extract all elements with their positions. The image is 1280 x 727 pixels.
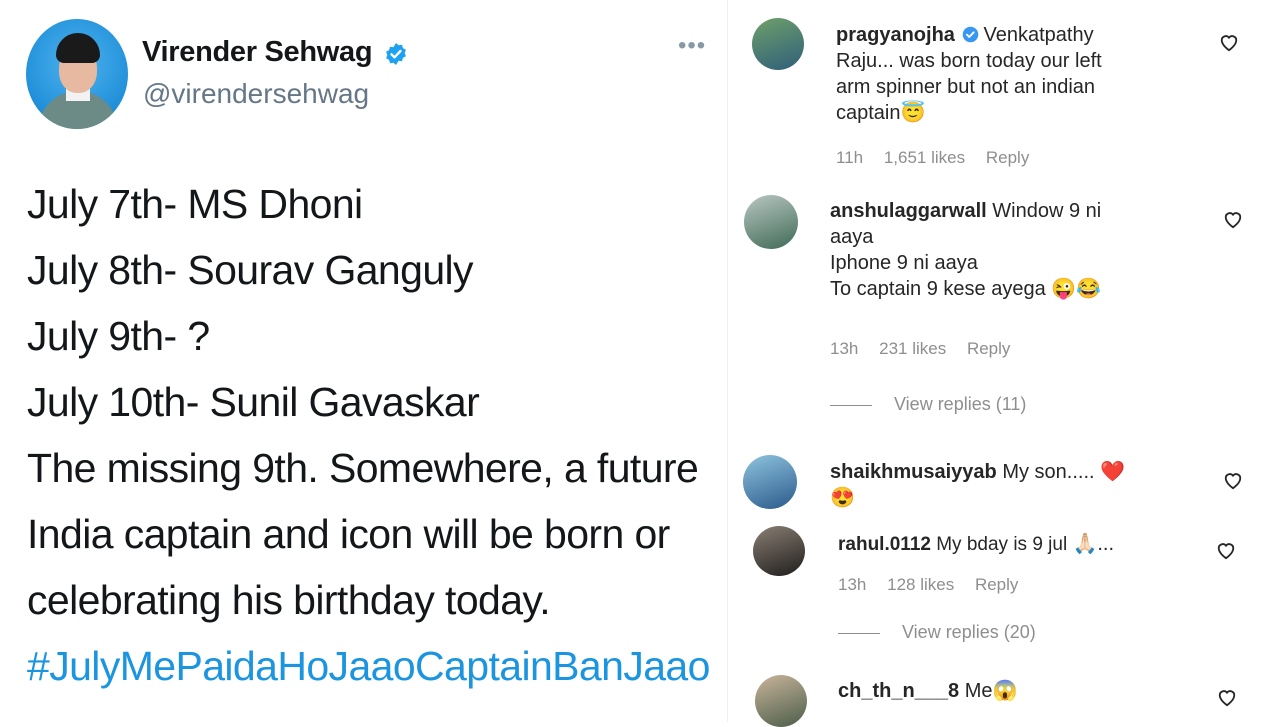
comment-line: captain <box>836 102 901 124</box>
comment-username[interactable]: shaikhmusaiyyab <box>830 461 997 483</box>
comment-username[interactable]: anshulaggarwall <box>830 200 987 222</box>
comment-avatar[interactable] <box>753 526 805 576</box>
comment-emoji: ❤️ <box>1100 461 1126 483</box>
view-replies-button[interactable]: View replies (11) <box>830 394 1026 415</box>
replies-line <box>838 632 880 634</box>
comment-line: aaya <box>830 226 874 248</box>
comment-username[interactable]: pragyanojha <box>836 24 955 46</box>
comment-likes[interactable]: 231 likes <box>879 339 946 358</box>
tweet-author-name[interactable]: Virender Sehwag <box>142 36 373 69</box>
comment-avatar[interactable] <box>744 195 798 249</box>
comment-meta: 13h 128 likes Reply <box>838 575 1034 595</box>
comment-line: Raju... was born today our left <box>836 50 1102 72</box>
heart-outline-icon[interactable] <box>1222 209 1244 229</box>
panel-divider <box>727 0 728 722</box>
comment-line: Iphone 9 ni aaya <box>830 252 978 274</box>
comment-avatar[interactable] <box>752 18 804 70</box>
tweet-text-line: July 8th- Sourav Ganguly <box>27 247 474 293</box>
tweet-text-line: July 7th- MS Dhoni <box>27 181 363 227</box>
tweet-hashtag-link[interactable]: #JulyMePaidaHoJaaoCaptainBanJaao <box>27 643 710 690</box>
comment-likes[interactable]: 1,651 likes <box>884 148 965 167</box>
comment-line: My bday is 9 jul <box>936 534 1068 555</box>
comment-text: anshulaggarwall Window 9 ni aaya Iphone … <box>830 198 1190 302</box>
comment-text: rahul.0112 My bday is 9 jul 🙏🏻... <box>838 531 1188 558</box>
heart-outline-icon[interactable] <box>1218 32 1240 52</box>
comment-line: Me <box>964 680 993 702</box>
comment-reply-button[interactable]: Reply <box>986 148 1029 167</box>
tweet-text-line: July 9th- ? <box>27 313 210 359</box>
comment-emoji: 😇 <box>900 102 926 124</box>
comment-line: arm spinner but not an indian <box>836 76 1096 98</box>
comment-emoji: 🙏🏻... <box>1072 533 1115 555</box>
comment-emoji: 😜😂 <box>1051 278 1102 300</box>
comment-line: Window 9 ni <box>992 200 1102 222</box>
comment-meta: 11h 1,651 likes Reply <box>836 148 1045 168</box>
comment-meta: 13h 231 likes Reply <box>830 339 1026 359</box>
tweet-text-line: The missing 9th. Somewhere, a future <box>27 445 699 491</box>
comment-line: Venkatpathy <box>983 24 1094 46</box>
comment-text: pragyanojha Venkatpathy Raju... was born… <box>836 22 1196 126</box>
comment-time: 11h <box>836 148 864 167</box>
comment-reply-button[interactable]: Reply <box>975 575 1018 594</box>
comment-avatar[interactable] <box>743 455 797 509</box>
tweet-author-avatar[interactable] <box>26 19 128 129</box>
comment-text: ch_th_n___8 Me😱 <box>838 678 1178 704</box>
replies-line <box>830 404 872 406</box>
comment-line: My son..... <box>1002 461 1095 483</box>
comment-text: shaikhmusaiyyab My son..... ❤️ 😍 <box>830 459 1190 511</box>
comment-line: To captain 9 kese ayega <box>830 278 1046 300</box>
heart-outline-icon[interactable] <box>1216 687 1238 707</box>
comment-time: 13h <box>830 339 859 358</box>
comment-emoji: 😱 <box>992 680 1018 702</box>
heart-outline-icon[interactable] <box>1222 470 1244 490</box>
tweet-author-handle[interactable]: @virendersehwag <box>143 78 369 110</box>
view-replies-button[interactable]: View replies (20) <box>838 622 1036 643</box>
comment-time: 13h <box>838 575 867 594</box>
tweet-card: Virender Sehwag @virendersehwag ••• July… <box>0 0 727 722</box>
more-horizontal-icon[interactable]: ••• <box>678 32 706 60</box>
comment-avatar[interactable] <box>755 675 807 727</box>
tweet-text-line: July 10th- Sunil Gavaskar <box>27 379 480 425</box>
comment-emoji: 😍 <box>830 487 855 509</box>
heart-outline-icon[interactable] <box>1215 540 1237 560</box>
verified-badge-icon <box>386 43 406 65</box>
view-replies-label: View replies (20) <box>902 622 1036 642</box>
view-replies-label: View replies (11) <box>894 394 1027 414</box>
verified-badge-icon <box>963 26 979 43</box>
tweet-text-line: celebrating his birthday today. <box>27 577 551 623</box>
comment-username[interactable]: rahul.0112 <box>838 534 931 555</box>
comment-username[interactable]: ch_th_n___8 <box>838 680 959 702</box>
tweet-text-line: India captain and icon will be born or <box>27 511 670 557</box>
avatar-hair <box>56 33 100 63</box>
comment-likes[interactable]: 128 likes <box>887 575 954 594</box>
comment-reply-button[interactable]: Reply <box>967 339 1010 358</box>
